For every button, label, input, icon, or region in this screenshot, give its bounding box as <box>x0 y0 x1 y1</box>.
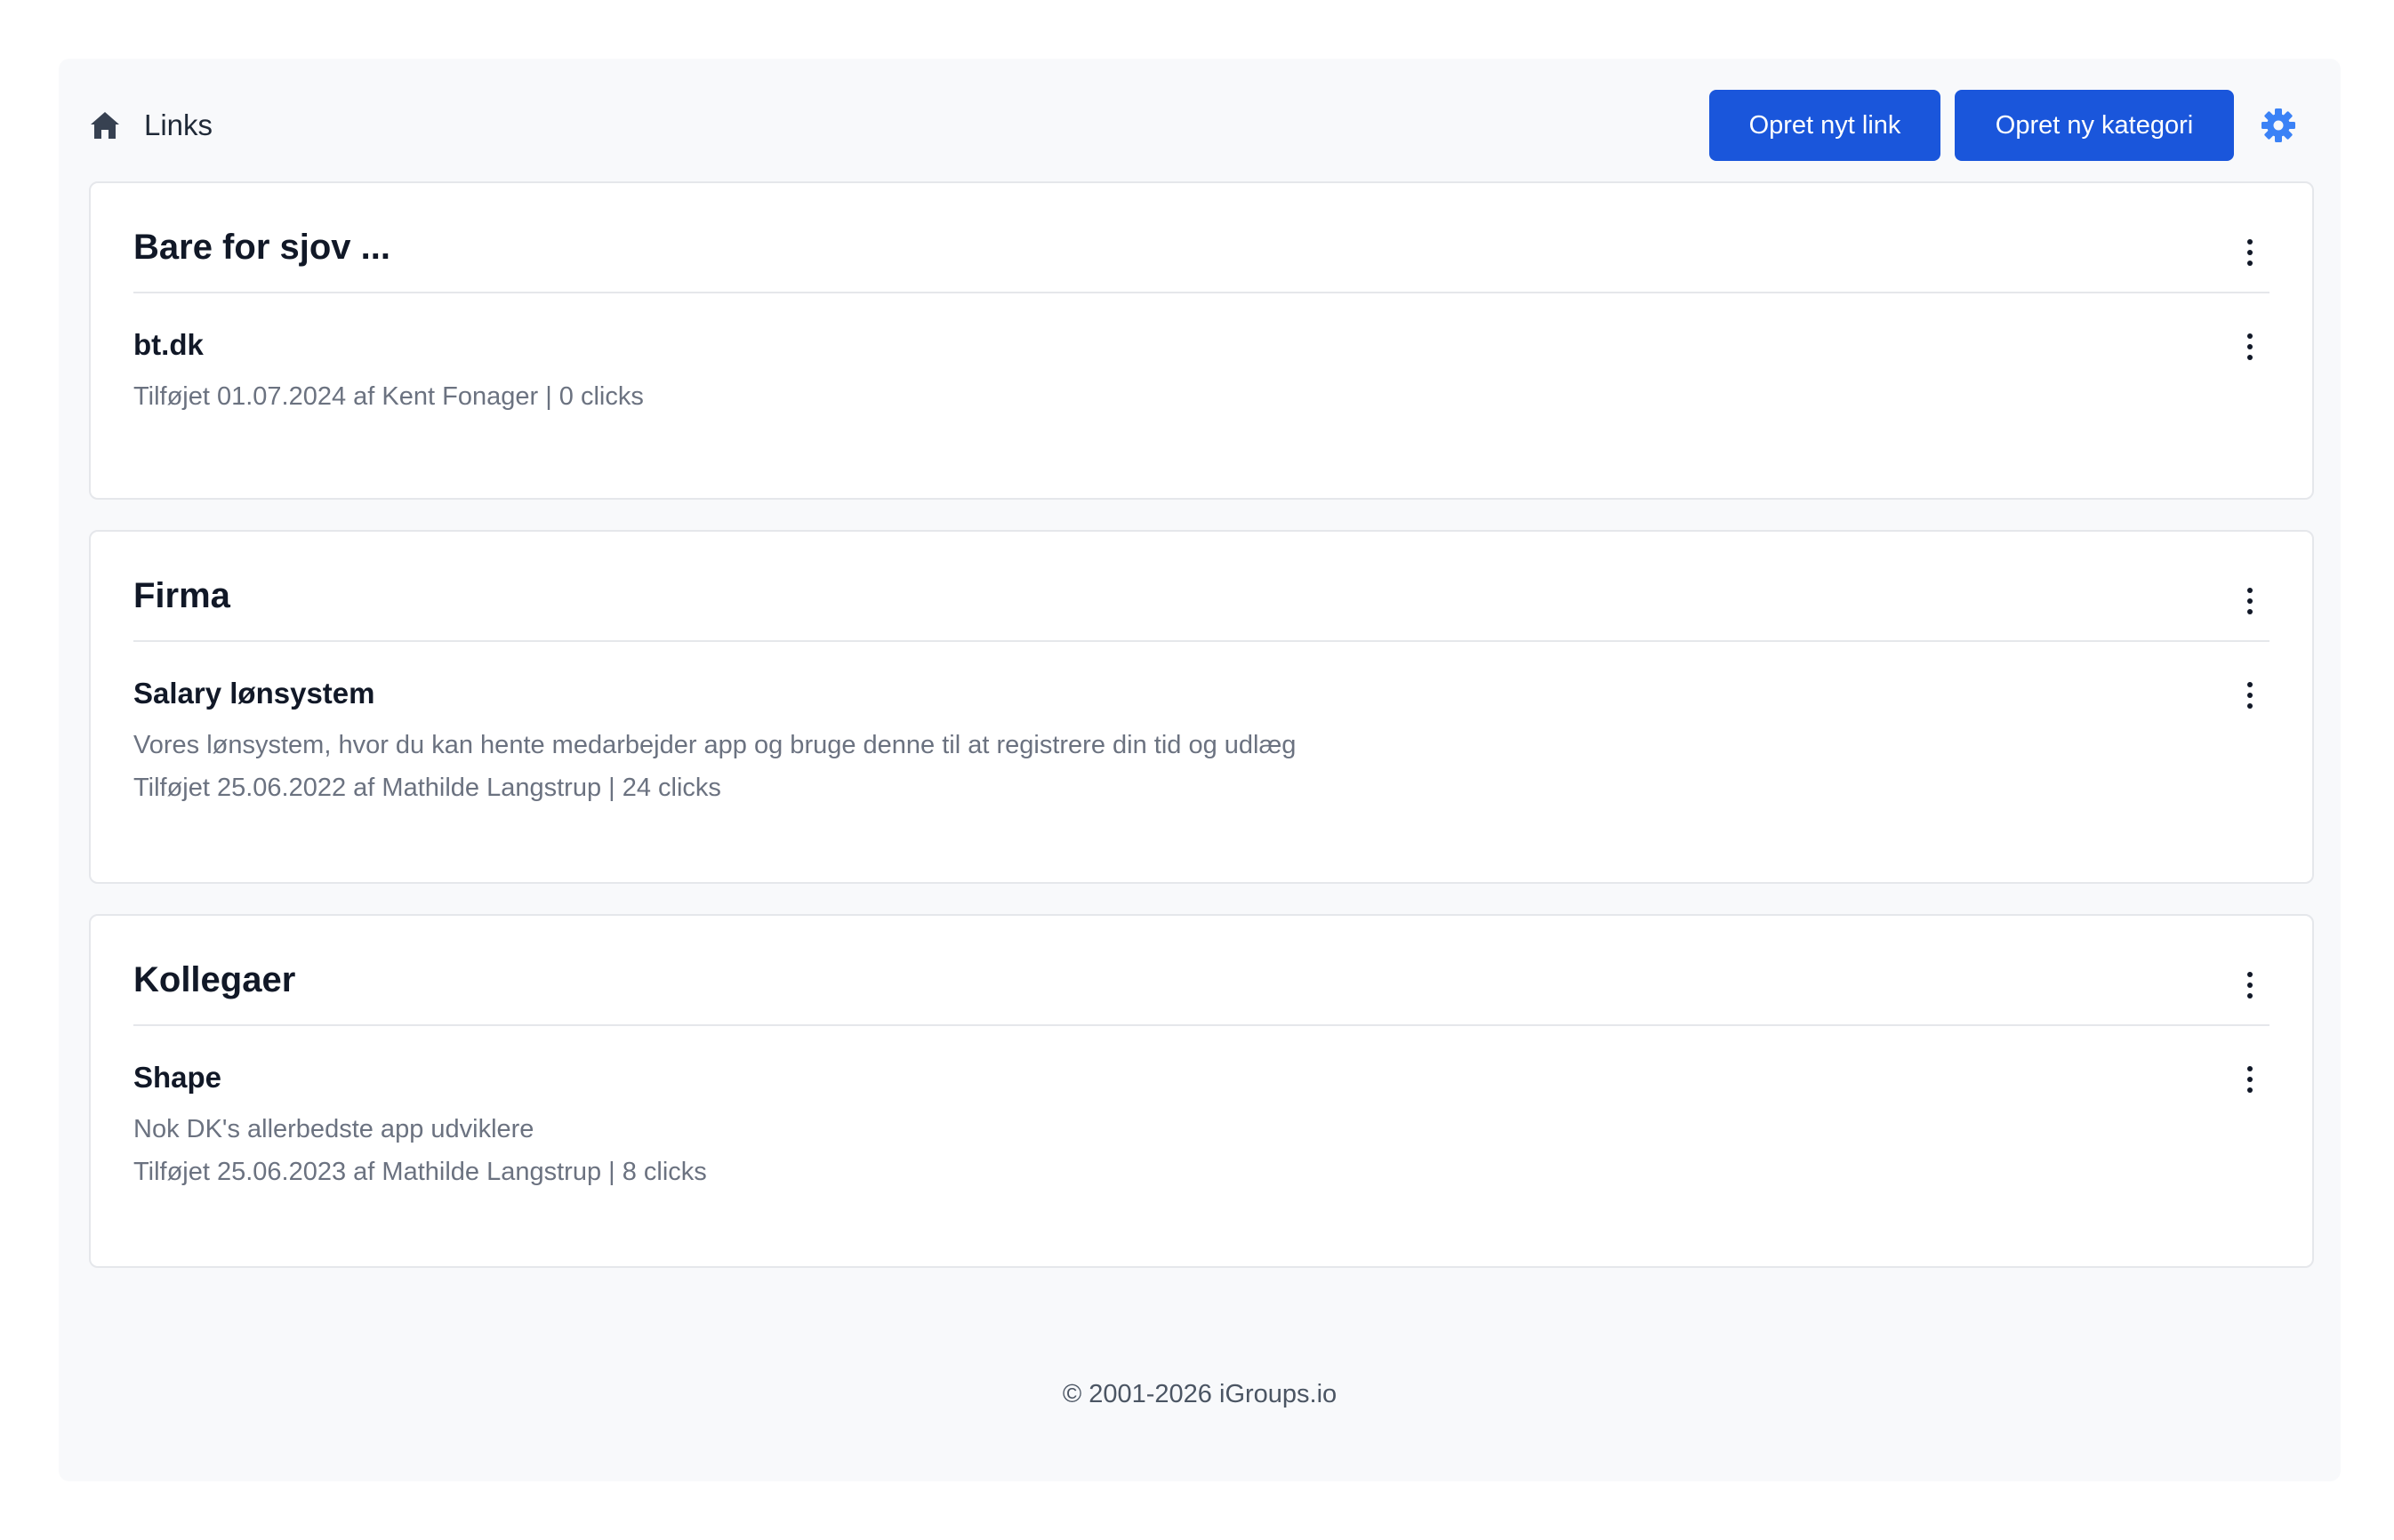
create-link-button[interactable]: Opret nyt link <box>1709 90 1940 161</box>
link-title[interactable]: Shape <box>133 1060 221 1095</box>
link-title[interactable]: Salary lønsystem <box>133 676 374 711</box>
category-title: Kollegaer <box>133 960 296 999</box>
category-menu-icon[interactable] <box>2232 231 2268 274</box>
link-menu-icon[interactable] <box>2232 325 2268 368</box>
link-meta: Tilføjet 25.06.2023 af Mathilde Langstru… <box>133 1158 707 1186</box>
category-header: Firma <box>133 532 2269 642</box>
link-menu-icon[interactable] <box>2232 1058 2268 1101</box>
header-actions: Opret nyt link Opret ny kategori <box>1709 90 2310 161</box>
link-meta: Tilføjet 25.06.2022 af Mathilde Langstru… <box>133 774 721 802</box>
create-category-button[interactable]: Opret ny kategori <box>1955 90 2234 161</box>
link-item: Shape Nok DK's allerbedste app udviklere… <box>133 1060 2269 1238</box>
footer-copyright: © 2001-2026 iGroups.io <box>1062 1380 1338 1408</box>
category-header: Kollegaer <box>133 916 2269 1026</box>
category-card: Firma Salary lønsystem Vores lønsystem, … <box>89 530 2314 884</box>
home-icon[interactable] <box>89 109 121 141</box>
category-card: Kollegaer Shape Nok DK's allerbedste app… <box>89 914 2314 1268</box>
link-description: Vores lønsystem, hvor du kan hente medar… <box>133 731 1297 759</box>
category-menu-icon[interactable] <box>2232 580 2268 622</box>
link-item: Salary lønsystem Vores lønsystem, hvor d… <box>133 676 2269 854</box>
breadcrumb-label[interactable]: Links <box>144 108 213 142</box>
breadcrumb: Links <box>89 90 213 161</box>
category-title: Bare for sjov ... <box>133 228 390 267</box>
link-menu-icon[interactable] <box>2232 674 2268 717</box>
top-bar: Links Opret nyt link Opret ny kategori <box>89 90 2310 161</box>
link-meta: Tilføjet 01.07.2024 af Kent Fonager | 0 … <box>133 382 644 411</box>
category-menu-icon[interactable] <box>2232 964 2268 1007</box>
category-header: Bare for sjov ... <box>133 183 2269 293</box>
link-item: bt.dk Tilføjet 01.07.2024 af Kent Fonage… <box>133 327 2269 469</box>
page-container: Links Opret nyt link Opret ny kategori B… <box>59 59 2341 1481</box>
gear-icon[interactable] <box>2257 104 2300 147</box>
category-card: Bare for sjov ... bt.dk Tilføjet 01.07.2… <box>89 181 2314 500</box>
category-title: Firma <box>133 576 230 615</box>
link-description: Nok DK's allerbedste app udviklere <box>133 1115 534 1143</box>
link-title[interactable]: bt.dk <box>133 327 204 363</box>
